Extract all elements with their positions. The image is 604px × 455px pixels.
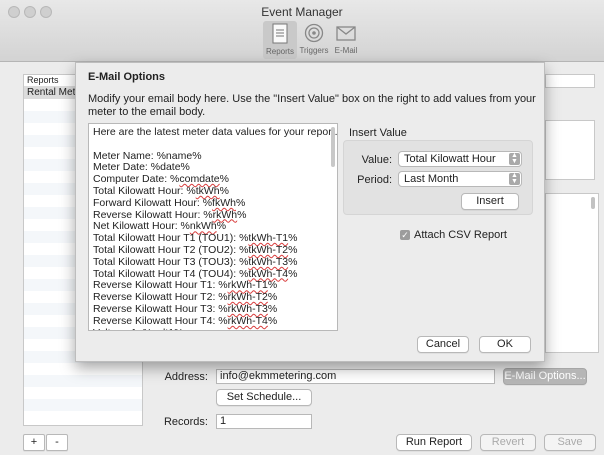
- email-body-line: Voltage 1: %volt1%: [93, 327, 333, 330]
- email-body-textarea[interactable]: Here are the latest meter data values fo…: [88, 123, 338, 331]
- dialog-description: Modify your email body here. Use the "In…: [88, 93, 536, 118]
- value-select[interactable]: Total Kilowatt Hour ▲ ▼: [398, 151, 522, 167]
- email-body-line: Here are the latest meter data values fo…: [93, 126, 338, 138]
- toolbar-reports-button[interactable]: Reports: [263, 21, 297, 59]
- insert-value-header: Insert Value: [349, 127, 407, 139]
- toolbar-email-button[interactable]: E-Mail: [329, 22, 363, 55]
- insert-value-panel: Value: Total Kilowatt Hour ▲ ▼ Period: La…: [343, 140, 533, 215]
- email-options-dialog: E-Mail Options Modify your email body he…: [75, 62, 545, 362]
- period-select-text: Last Month: [404, 173, 459, 185]
- toolbar-reports-label: Reports: [265, 47, 294, 56]
- add-report-button[interactable]: +: [23, 434, 45, 451]
- attach-csv-label: Attach CSV Report: [414, 229, 507, 241]
- records-field[interactable]: 1: [216, 414, 312, 429]
- cancel-button[interactable]: Cancel: [417, 336, 469, 353]
- background-panel: [545, 120, 595, 180]
- value-label: Value:: [361, 154, 392, 166]
- save-button[interactable]: Save: [544, 434, 596, 451]
- toolbar-email-label: E-Mail: [334, 46, 358, 55]
- period-label: Period:: [357, 174, 392, 186]
- document-icon: [263, 23, 297, 45]
- window-title: Event Manager: [261, 5, 343, 19]
- dialog-title: E-Mail Options: [88, 71, 165, 83]
- email-options-button[interactable]: E-Mail Options...: [503, 368, 587, 385]
- toolbar-triggers-label: Triggers: [299, 46, 329, 55]
- background-scrollbar[interactable]: [591, 197, 595, 209]
- records-label: Records:: [163, 416, 208, 428]
- select-arrows-icon: ▲ ▼: [509, 172, 520, 185]
- background-field: [545, 74, 595, 88]
- select-arrows-icon: ▲ ▼: [509, 152, 520, 165]
- background-table: [545, 193, 599, 353]
- period-select[interactable]: Last Month ▲ ▼: [398, 171, 522, 187]
- address-field[interactable]: info@ekmmetering.com: [216, 369, 495, 384]
- set-schedule-button[interactable]: Set Schedule...: [216, 389, 312, 406]
- envelope-icon: [329, 22, 363, 44]
- checkmark-icon: ✓: [401, 230, 409, 240]
- attach-csv-checkbox[interactable]: ✓: [400, 230, 410, 240]
- address-label: Address:: [164, 371, 208, 383]
- run-report-button[interactable]: Run Report: [396, 434, 472, 451]
- revert-button[interactable]: Revert: [480, 434, 536, 451]
- value-select-text: Total Kilowatt Hour: [404, 153, 496, 165]
- ok-button[interactable]: OK: [479, 336, 531, 353]
- insert-button[interactable]: Insert: [461, 193, 519, 210]
- toolbar-triggers-button[interactable]: Triggers: [297, 22, 331, 55]
- title-bar: Event Manager Reports Triggers E-Mail: [0, 0, 604, 62]
- email-body-scrollbar[interactable]: [331, 127, 335, 167]
- target-icon: [297, 22, 331, 44]
- remove-report-button[interactable]: -: [46, 434, 68, 451]
